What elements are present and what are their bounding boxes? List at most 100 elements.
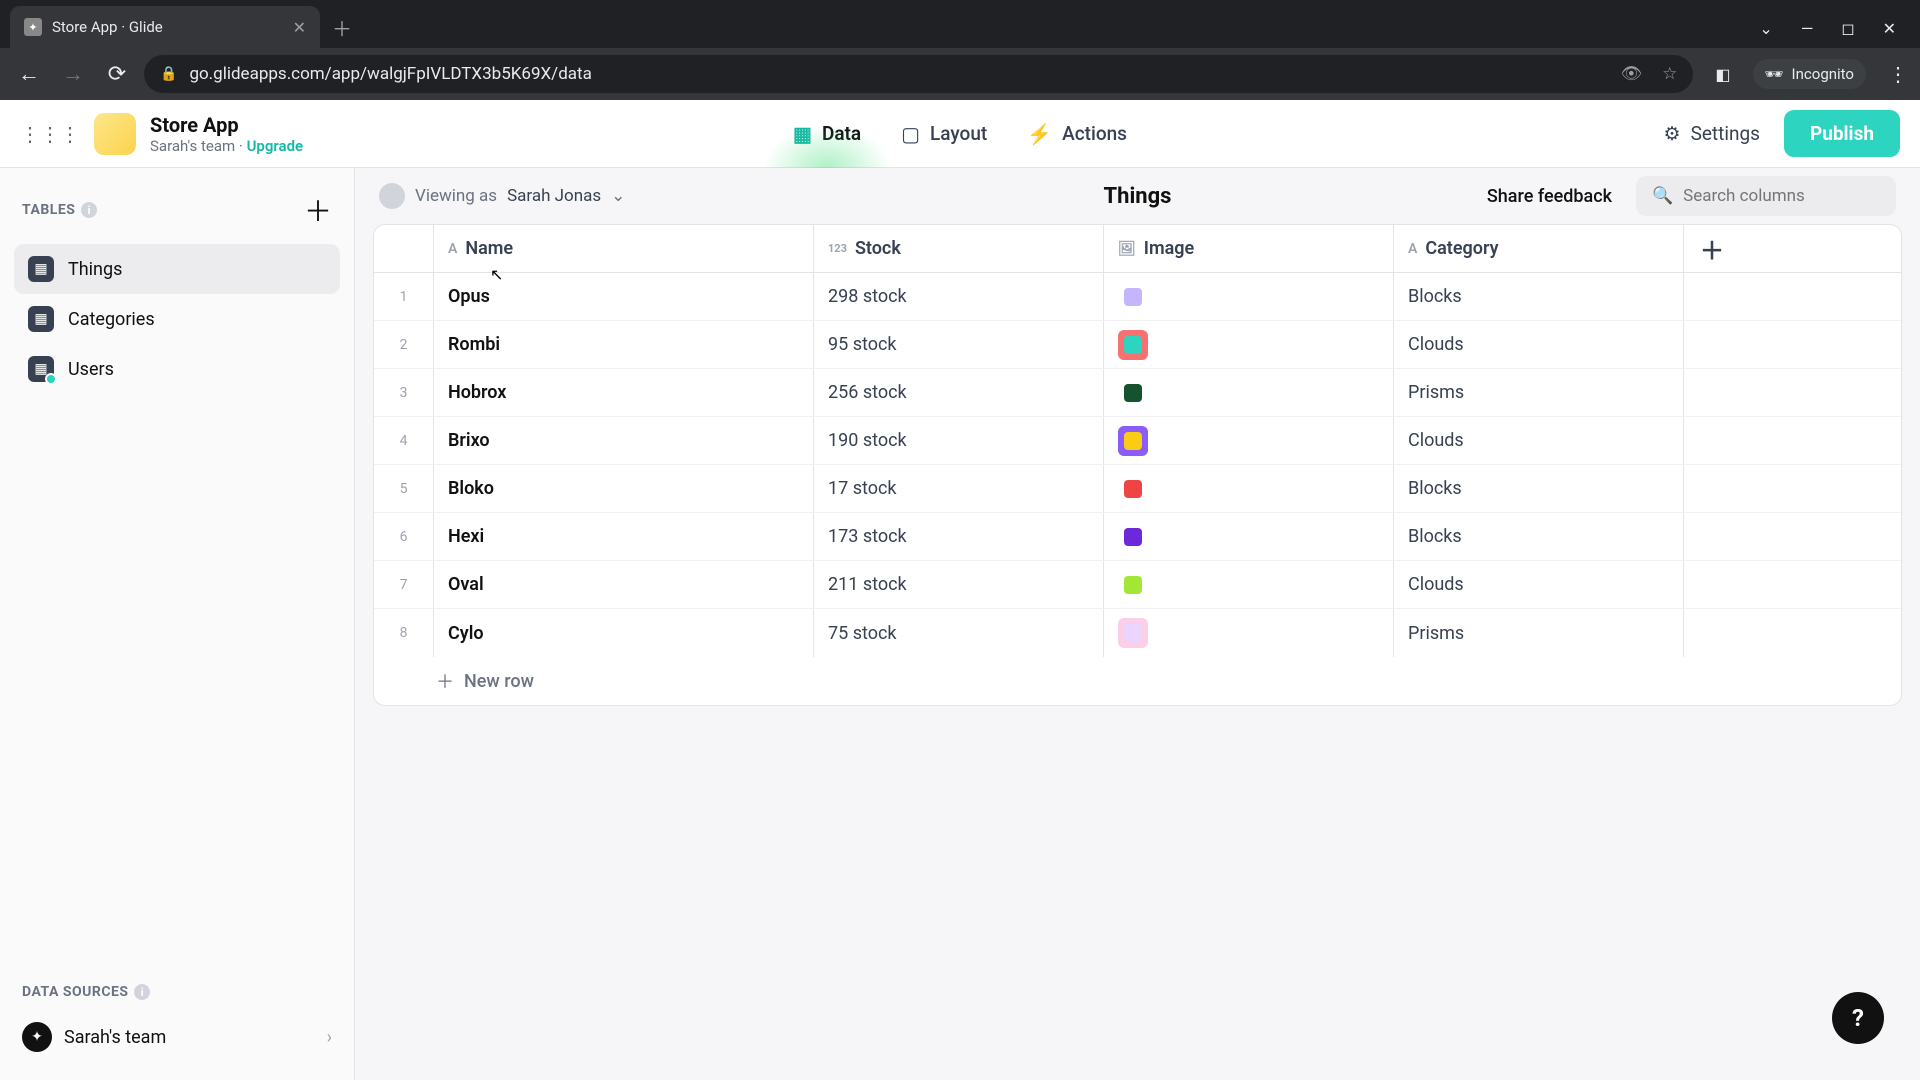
column-header-image[interactable]: 🖼Image (1104, 225, 1394, 272)
cell-stock[interactable]: 211 stock (814, 561, 1104, 608)
cell-name[interactable]: Brixo (434, 417, 814, 464)
table-row[interactable]: 7 Oval 211 stock Clouds (374, 561, 1901, 609)
cell-stock[interactable]: 298 stock (814, 273, 1104, 320)
publish-button[interactable]: Publish (1784, 110, 1900, 157)
cell-image[interactable] (1104, 513, 1394, 560)
info-icon[interactable]: i (134, 984, 150, 1000)
cell-stock[interactable]: 173 stock (814, 513, 1104, 560)
browser-toolbar: ← → ⟳ 🔒 go.glideapps.com/app/walgjFpIVLD… (0, 48, 1920, 100)
table-row[interactable]: 6 Hexi 173 stock Blocks (374, 513, 1901, 561)
cell-name[interactable]: Hexi (434, 513, 814, 560)
new-row-button[interactable]: ＋ New row (374, 657, 1901, 705)
address-bar[interactable]: 🔒 go.glideapps.com/app/walgjFpIVLDTX3b5K… (144, 55, 1693, 93)
incognito-icon: 🕶 (1765, 65, 1784, 83)
table-row[interactable]: 1 Opus 298 stock Blocks (374, 273, 1901, 321)
column-header-stock[interactable]: 123Stock (814, 225, 1104, 272)
no-tracking-icon[interactable]: 👁 (1621, 64, 1643, 84)
help-button[interactable]: ? (1832, 992, 1884, 1044)
cell-stock[interactable]: 190 stock (814, 417, 1104, 464)
forward-button[interactable]: → (56, 61, 90, 87)
nav-tab-data[interactable]: ▦ Data (793, 100, 861, 168)
table-row[interactable]: 2 Rombi 95 stock Clouds (374, 321, 1901, 369)
table-row[interactable]: 8 Cylo 75 stock Prisms (374, 609, 1901, 657)
close-window-icon[interactable]: ✕ (1883, 19, 1896, 38)
plus-icon: ＋ (436, 668, 454, 694)
cell-image[interactable] (1104, 369, 1394, 416)
nav-tab-label: Data (822, 122, 861, 145)
tables-header: TABLES i (22, 202, 97, 218)
thumbnail (1118, 522, 1148, 552)
table-row[interactable]: 3 Hobrox 256 stock Prisms (374, 369, 1901, 417)
data-source-icon: ✦ (22, 1022, 52, 1052)
search-icon: 🔍 (1652, 186, 1673, 206)
app-logo[interactable] (94, 113, 136, 155)
cell-category[interactable]: Prisms (1394, 609, 1684, 657)
add-column-button[interactable]: ＋ (1684, 225, 1740, 272)
share-feedback-link[interactable]: Share feedback (1487, 186, 1612, 207)
bookmark-icon[interactable]: ☆ (1662, 64, 1677, 84)
cell-image[interactable] (1104, 465, 1394, 512)
cell-stock[interactable]: 95 stock (814, 321, 1104, 368)
app-switcher-icon[interactable]: ⋮⋮⋮ (20, 122, 80, 146)
browser-menu-icon[interactable]: ⋮ (1888, 62, 1908, 86)
lock-icon: 🔒 (160, 66, 177, 82)
browser-tab[interactable]: ✦ Store App · Glide ✕ (10, 6, 320, 48)
data-grid: AName 123Stock 🖼Image ACategory ＋ 1 Opus… (373, 224, 1902, 706)
cell-category[interactable]: Prisms (1394, 369, 1684, 416)
cell-name[interactable]: Rombi (434, 321, 814, 368)
viewing-as-selector[interactable]: Viewing as Sarah Jonas ⌄ (379, 183, 625, 209)
cell-image[interactable] (1104, 609, 1394, 657)
reload-button[interactable]: ⟳ (100, 62, 134, 87)
nav-tab-layout[interactable]: ▢ Layout (901, 100, 987, 168)
cell-name[interactable]: Cylo (434, 609, 814, 657)
minimize-icon[interactable]: ― (1801, 19, 1814, 38)
upgrade-link[interactable]: Upgrade (247, 137, 304, 155)
grid-header-row: AName 123Stock 🖼Image ACategory ＋ (374, 225, 1901, 273)
column-header-name[interactable]: AName (434, 225, 814, 272)
side-panel-icon[interactable]: ◧ (1715, 65, 1730, 84)
sidebar-table-item[interactable]: ▦Users (14, 344, 340, 394)
thumbnail (1118, 474, 1148, 504)
cell-category[interactable]: Clouds (1394, 417, 1684, 464)
tab-close-icon[interactable]: ✕ (293, 18, 306, 37)
cell-image[interactable] (1104, 321, 1394, 368)
new-tab-button[interactable]: ＋ (320, 13, 364, 48)
settings-button[interactable]: ⚙ Settings (1664, 122, 1760, 145)
cell-name[interactable]: Opus (434, 273, 814, 320)
sidebar-table-item[interactable]: ▦Things (14, 244, 340, 294)
cell-name[interactable]: Bloko (434, 465, 814, 512)
cell-category[interactable]: Clouds (1394, 561, 1684, 608)
cell-category[interactable]: Blocks (1394, 273, 1684, 320)
cell-stock[interactable]: 75 stock (814, 609, 1104, 657)
cell-image[interactable] (1104, 273, 1394, 320)
search-columns-input[interactable] (1683, 186, 1905, 206)
cell-category[interactable]: Blocks (1394, 465, 1684, 512)
back-button[interactable]: ← (12, 61, 46, 87)
incognito-badge[interactable]: 🕶 Incognito (1753, 59, 1867, 89)
table-row[interactable]: 5 Bloko 17 stock Blocks (374, 465, 1901, 513)
cell-stock[interactable]: 256 stock (814, 369, 1104, 416)
search-columns-field[interactable]: 🔍 (1636, 176, 1896, 216)
maximize-icon[interactable]: ◻ (1841, 19, 1854, 38)
row-trailing (1684, 513, 1740, 560)
cell-category[interactable]: Blocks (1394, 513, 1684, 560)
viewing-as-name: Sarah Jonas (507, 186, 601, 206)
row-number-header (374, 225, 434, 272)
cell-stock[interactable]: 17 stock (814, 465, 1104, 512)
data-source-item[interactable]: ✦ Sarah's team › (14, 1012, 340, 1062)
text-type-icon: A (1408, 241, 1417, 257)
tab-search-icon[interactable]: ⌄ (1759, 19, 1772, 38)
cell-name[interactable]: Oval (434, 561, 814, 608)
cell-name[interactable]: Hobrox (434, 369, 814, 416)
sidebar-table-item[interactable]: ▦Categories (14, 294, 340, 344)
cell-category[interactable]: Clouds (1394, 321, 1684, 368)
nav-tab-actions[interactable]: ⚡ Actions (1027, 100, 1127, 168)
info-icon[interactable]: i (81, 202, 97, 218)
cell-image[interactable] (1104, 417, 1394, 464)
gear-icon: ⚙ (1664, 122, 1681, 145)
table-row[interactable]: 4 Brixo 190 stock Clouds (374, 417, 1901, 465)
column-header-category[interactable]: ACategory (1394, 225, 1684, 272)
cell-image[interactable] (1104, 561, 1394, 608)
add-table-button[interactable]: ＋ (304, 190, 332, 230)
thumbnail (1118, 378, 1148, 408)
